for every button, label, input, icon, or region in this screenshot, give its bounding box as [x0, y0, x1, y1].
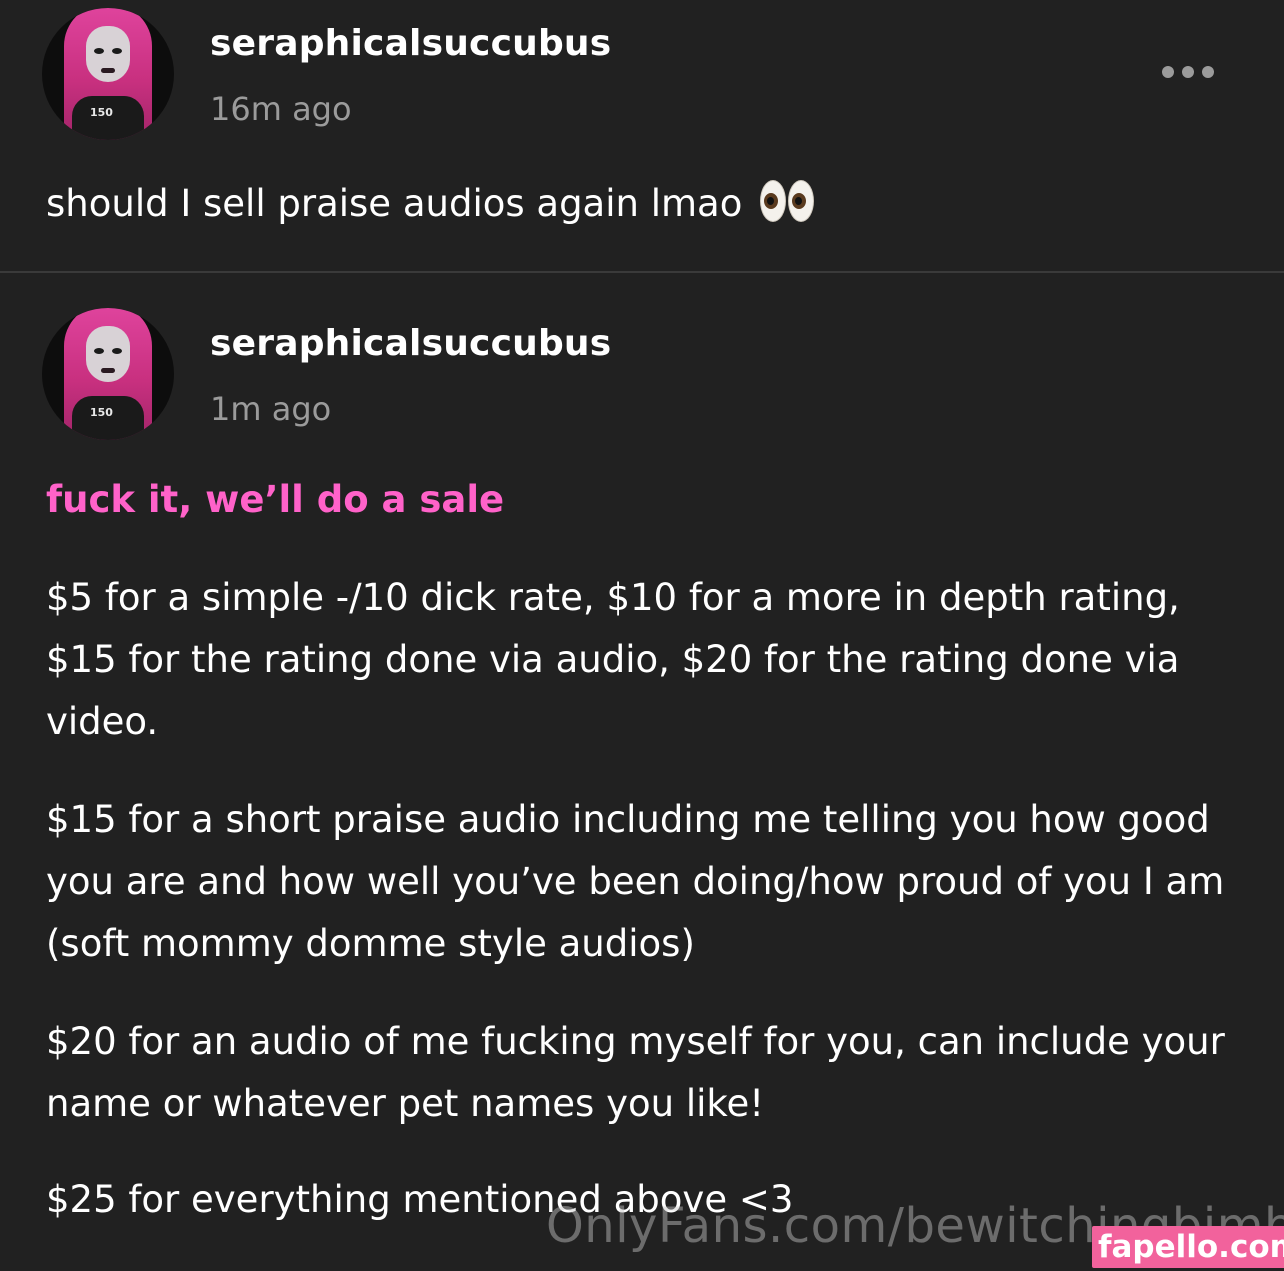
- post-paragraph: $20 for an audio of me fucking myself fo…: [46, 1020, 1225, 1125]
- avatar[interactable]: 150: [42, 8, 174, 140]
- timestamp: 1m ago: [210, 390, 332, 428]
- username[interactable]: seraphicalsuccubus: [210, 23, 611, 64]
- post-card-2: 150 seraphicalsuccubus 1m ago fuck it, w…: [0, 273, 1284, 1271]
- avatar-shirt-print: 150: [90, 106, 113, 119]
- post-heading: fuck it, we’ll do a sale: [46, 478, 505, 521]
- timestamp: 16m ago: [210, 90, 352, 128]
- more-options-button[interactable]: [1150, 56, 1226, 88]
- watermark-badge: fapello.com: [1092, 1226, 1284, 1268]
- avatar-face: [86, 26, 130, 82]
- avatar-face: [86, 326, 130, 382]
- post-paragraph: $15 for a short praise audio including m…: [46, 798, 1225, 965]
- post-paragraph: $5 for a simple -/10 dick rate, $10 for …: [46, 576, 1180, 743]
- post-text: should I sell praise audios again lmao: [46, 180, 815, 225]
- username[interactable]: seraphicalsuccubus: [210, 323, 611, 364]
- more-horizontal-icon: [1162, 66, 1174, 78]
- post-card-1: 150 seraphicalsuccubus 16m ago should I …: [0, 0, 1284, 271]
- avatar[interactable]: 150: [42, 308, 174, 440]
- post-text-content: should I sell praise audios again lmao: [46, 182, 743, 225]
- avatar-shirt-print: 150: [90, 406, 113, 419]
- eyes-emoji-icon: [760, 180, 815, 222]
